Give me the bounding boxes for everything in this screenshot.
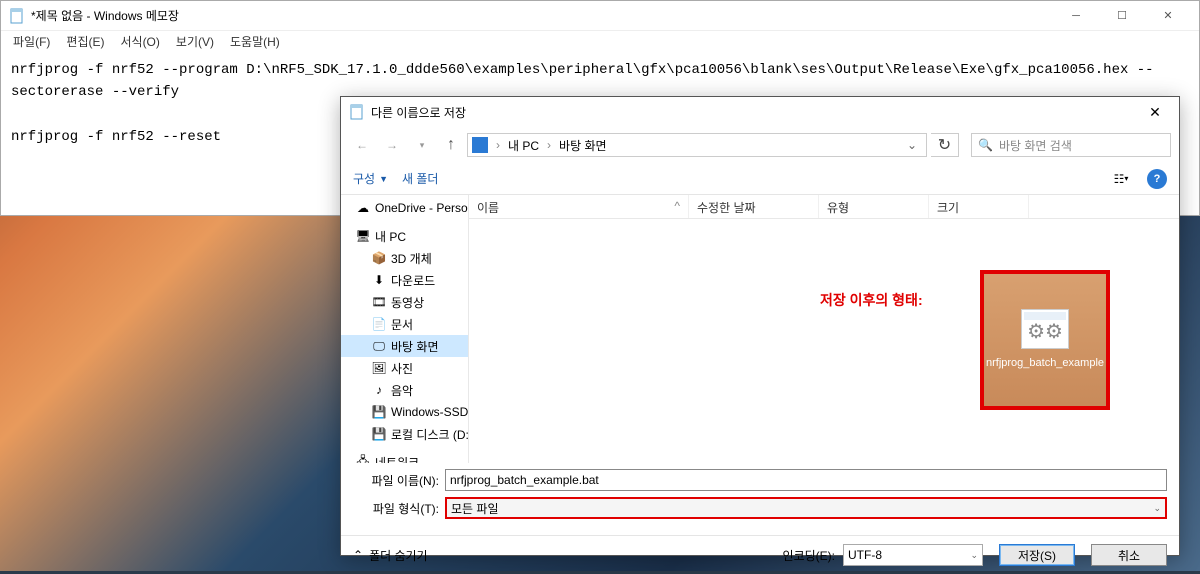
tree-documents[interactable]: 📄문서 — [341, 313, 468, 335]
breadcrumb-separator: › — [547, 138, 551, 152]
address-dropdown-icon[interactable]: ⌄ — [902, 138, 922, 152]
header-date[interactable]: 수정한 날짜 — [689, 195, 819, 218]
breadcrumb-pc[interactable]: 내 PC — [508, 137, 539, 154]
refresh-button[interactable]: ↻ — [931, 133, 959, 157]
new-folder-button[interactable]: 새 폴더 — [402, 170, 438, 187]
cloud-icon: ☁ — [355, 200, 371, 216]
network-icon: 🖧 — [355, 454, 371, 463]
dialog-navbar: ← → ▾ ↑ › 내 PC › 바탕 화면 ⌄ ↻ 🔍 바탕 화면 검색 — [341, 127, 1179, 163]
tree-network[interactable]: 🖧네트워크 — [341, 451, 468, 463]
file-list-headers: 이름 ^ 수정한 날짜 유형 크기 — [469, 195, 1179, 219]
tree-drive-c[interactable]: 💾Windows-SSD ( — [341, 401, 468, 423]
video-icon: 🎞 — [371, 294, 387, 310]
download-icon: ⬇ — [371, 272, 387, 288]
header-size[interactable]: 크기 — [929, 195, 1029, 218]
filename-label: 파일 이름(N): — [353, 472, 445, 489]
tree-thispc[interactable]: 🖥내 PC — [341, 225, 468, 247]
drive-icon: 💾 — [371, 404, 387, 420]
filetype-select[interactable]: 모든 파일 ⌄ — [445, 497, 1167, 519]
annotation-result-box: ⚙⚙ nrfjprog_batch_example — [980, 270, 1110, 410]
breadcrumb-location[interactable]: 바탕 화면 — [559, 137, 607, 154]
organize-button[interactable]: 구성 ▼ — [353, 170, 388, 187]
music-icon: ♪ — [371, 382, 387, 398]
tree-onedrive[interactable]: ☁OneDrive - Person — [341, 197, 468, 219]
tree-downloads[interactable]: ⬇다운로드 — [341, 269, 468, 291]
document-icon: 📄 — [371, 316, 387, 332]
nav-forward-button[interactable]: → — [379, 132, 405, 158]
tree-videos[interactable]: 🎞동영상 — [341, 291, 468, 313]
tree-desktop[interactable]: 🖵바탕 화면 — [341, 335, 468, 357]
search-icon: 🔍 — [978, 138, 993, 152]
menu-edit[interactable]: 편집(E) — [58, 31, 112, 51]
dialog-titlebar[interactable]: 다른 이름으로 저장 ✕ — [341, 97, 1179, 127]
drive-icon: 💾 — [371, 426, 387, 442]
breadcrumb-separator: › — [496, 138, 500, 152]
pc-icon — [472, 137, 488, 153]
cancel-button[interactable]: 취소 — [1091, 544, 1167, 566]
close-button[interactable]: ✕ — [1145, 1, 1191, 31]
batch-file-icon: ⚙⚙ — [1021, 309, 1069, 349]
header-type[interactable]: 유형 — [819, 195, 929, 218]
dialog-title: 다른 이름으로 저장 — [371, 104, 1135, 121]
menu-help[interactable]: 도움말(H) — [222, 31, 288, 51]
encoding-label: 인코딩(E): — [783, 547, 835, 564]
dialog-footer: 파일 이름(N): 파일 형식(T): 모든 파일 ⌄ — [341, 463, 1179, 535]
notepad-title: *제목 없음 - Windows 메모장 — [31, 7, 1053, 24]
notepad-titlebar[interactable]: *제목 없음 - Windows 메모장 ─ ☐ ✕ — [1, 1, 1199, 31]
tree-3dobjects[interactable]: 📦3D 개체 — [341, 247, 468, 269]
menu-format[interactable]: 서식(O) — [112, 31, 167, 51]
gear-icon: ⚙⚙ — [1027, 319, 1063, 344]
hide-folders-button[interactable]: ⌃ 폴더 숨기기 — [353, 547, 428, 564]
help-button[interactable]: ? — [1147, 169, 1167, 189]
tree-music[interactable]: ♪음악 — [341, 379, 468, 401]
dropdown-icon: ⌄ — [970, 550, 978, 561]
dialog-toolbar: 구성 ▼ 새 폴더 ☷ ▾ ? — [341, 163, 1179, 195]
folder-tree: ☁OneDrive - Person 🖥내 PC 📦3D 개체 ⬇다운로드 🎞동… — [341, 195, 469, 463]
picture-icon: 🖼 — [371, 360, 387, 376]
maximize-button[interactable]: ☐ — [1099, 1, 1145, 31]
nav-up-button[interactable]: ↑ — [439, 133, 463, 157]
cube-icon: 📦 — [371, 250, 387, 266]
notepad-icon — [9, 8, 25, 24]
tree-drive-d[interactable]: 💾로컬 디스크 (D:) — [341, 423, 468, 445]
header-name[interactable]: 이름 ^ — [469, 195, 689, 218]
filename-input[interactable] — [445, 469, 1167, 491]
dropdown-icon: ⌄ — [1153, 503, 1161, 514]
address-bar[interactable]: › 내 PC › 바탕 화면 ⌄ — [467, 133, 927, 157]
annotation-label: 저장 이후의 형태: — [820, 290, 923, 310]
encoding-select[interactable]: UTF-8 ⌄ — [843, 544, 983, 566]
pc-icon: 🖥 — [355, 228, 371, 244]
view-mode-button[interactable]: ☷ ▾ — [1103, 168, 1139, 190]
save-button[interactable]: 저장(S) — [999, 544, 1075, 566]
desktop-icon: 🖵 — [371, 338, 387, 354]
menu-view[interactable]: 보기(V) — [168, 31, 222, 51]
filetype-label: 파일 형식(T): — [353, 500, 445, 517]
search-placeholder: 바탕 화면 검색 — [999, 137, 1072, 154]
nav-back-button[interactable]: ← — [349, 132, 375, 158]
notepad-icon — [349, 104, 365, 120]
dialog-close-button[interactable]: ✕ — [1135, 98, 1175, 126]
notepad-menubar: 파일(F) 편집(E) 서식(O) 보기(V) 도움말(H) — [1, 31, 1199, 51]
menu-file[interactable]: 파일(F) — [5, 31, 58, 51]
nav-recent-button[interactable]: ▾ — [409, 132, 435, 158]
search-input[interactable]: 🔍 바탕 화면 검색 — [971, 133, 1171, 157]
batch-file-label: nrfjprog_batch_example — [986, 357, 1104, 370]
chevron-up-icon: ⌃ — [353, 548, 363, 562]
tree-pictures[interactable]: 🖼사진 — [341, 357, 468, 379]
minimize-button[interactable]: ─ — [1053, 1, 1099, 31]
dialog-bottom-bar: ⌃ 폴더 숨기기 인코딩(E): UTF-8 ⌄ 저장(S) 취소 — [341, 535, 1179, 574]
